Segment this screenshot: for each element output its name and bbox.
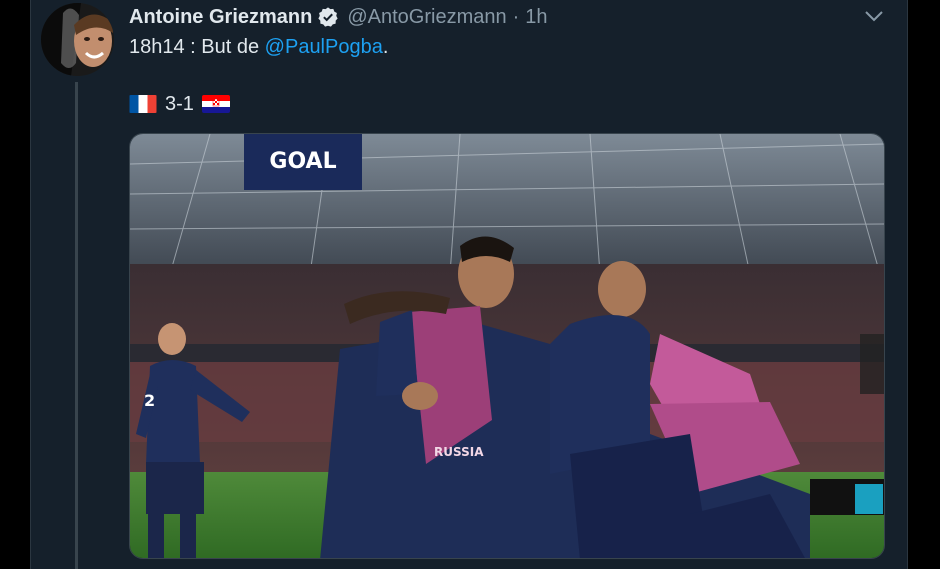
separator-dot: · <box>512 5 520 28</box>
scoreboard-text: GOAL <box>269 149 336 174</box>
display-name[interactable]: Antoine Griezmann <box>129 6 312 29</box>
score-text: 3-1 <box>165 92 194 115</box>
tweet-text-suffix: . <box>382 36 389 58</box>
chevron-down-icon[interactable] <box>863 8 885 24</box>
tweet-timestamp[interactable]: 1h <box>525 6 547 29</box>
tweet-text: 18h14 : But de @PaulPogba. <box>129 36 388 59</box>
mention-link[interactable]: @PaulPogba <box>265 36 383 58</box>
croatia-flag-icon <box>201 95 230 113</box>
tweet-media-photo[interactable]: GOAL 2 RUSSIA <box>129 133 885 559</box>
score-line: 3-1 <box>129 91 230 117</box>
avatar[interactable] <box>41 3 114 76</box>
tweet-header: Antoine Griezmann @AntoGriezmann · 1h <box>129 4 548 30</box>
france-flag-icon <box>129 95 157 113</box>
thread-connector-line <box>75 82 78 569</box>
tweet-text-prefix: 18h14 : But de <box>129 36 265 58</box>
shirt-text: RUSSIA <box>434 445 484 459</box>
user-handle[interactable]: @AntoGriezmann <box>347 6 506 29</box>
verified-badge-icon <box>317 6 339 28</box>
jersey-number-left: 2 <box>144 391 155 410</box>
